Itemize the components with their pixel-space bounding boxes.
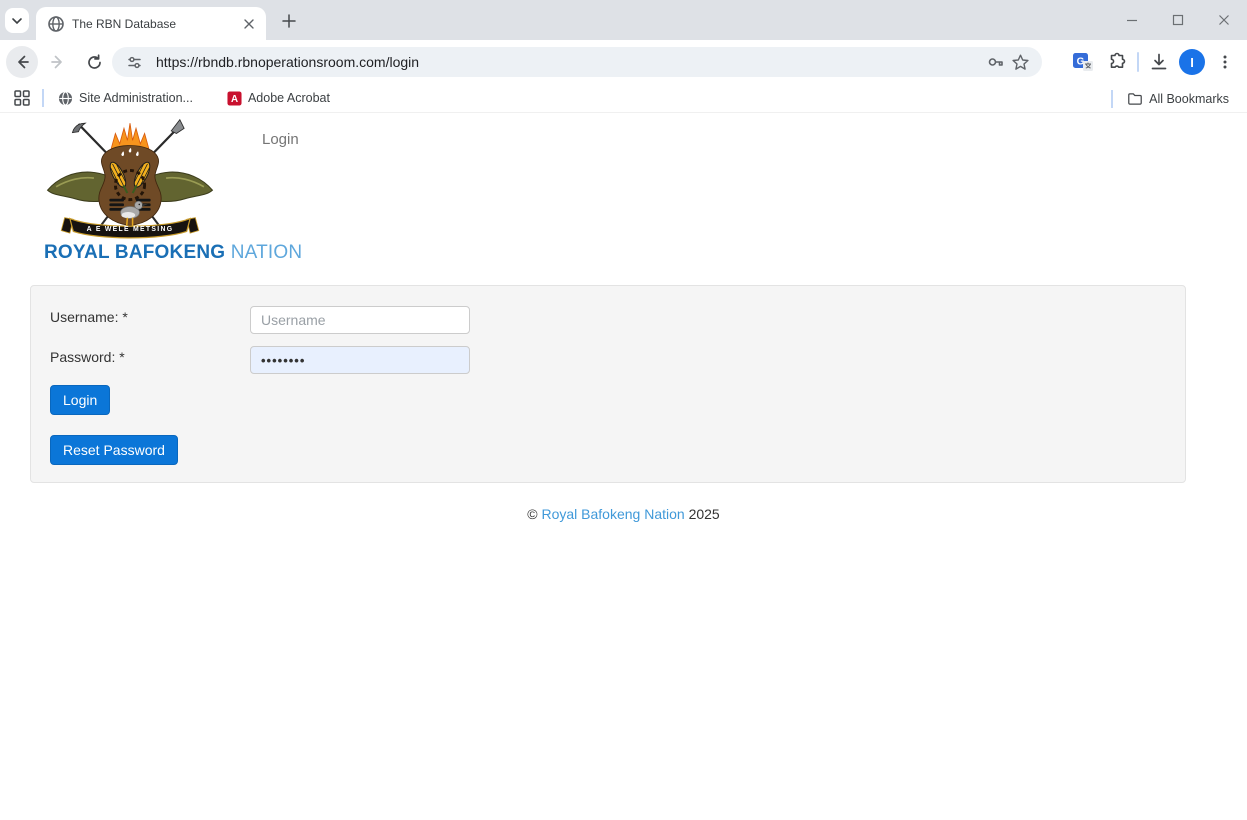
all-bookmarks-label: All Bookmarks bbox=[1149, 92, 1229, 106]
footer-copyright: © Royal Bafokeng Nation 2025 bbox=[0, 506, 1247, 522]
profile-avatar[interactable]: I bbox=[1179, 49, 1205, 75]
rbn-logo: A E WELE METSING ROYAL BAFOKENG NATION bbox=[44, 118, 218, 264]
wordmark-primary: ROYAL BAFOKENG bbox=[44, 242, 225, 263]
minimize-button[interactable] bbox=[1109, 0, 1155, 40]
username-label: Username: * bbox=[50, 309, 128, 325]
bookmark-label: Site Administration... bbox=[79, 91, 193, 105]
reset-password-button[interactable]: Reset Password bbox=[50, 435, 178, 465]
password-key-icon[interactable] bbox=[984, 50, 1008, 74]
tab-strip: The RBN Database bbox=[0, 0, 1247, 40]
browser-toolbar: https://rbndb.rbnoperationsroom.com/logi… bbox=[0, 40, 1247, 84]
url-text[interactable]: https://rbndb.rbnoperationsroom.com/logi… bbox=[156, 54, 984, 70]
logo-wordmark: ROYAL BAFOKENG NATION bbox=[44, 242, 218, 264]
tab-rbn-database[interactable]: The RBN Database bbox=[36, 7, 266, 40]
tab-title: The RBN Database bbox=[72, 17, 240, 31]
page-title: Login bbox=[262, 131, 299, 148]
password-input[interactable] bbox=[250, 346, 470, 374]
wordmark-secondary: NATION bbox=[231, 242, 303, 263]
bookmark-label: Adobe Acrobat bbox=[248, 91, 330, 105]
address-bar[interactable]: https://rbndb.rbnoperationsroom.com/logi… bbox=[112, 47, 1042, 77]
google-translate-icon[interactable]: G bbox=[1069, 48, 1097, 76]
close-window-button[interactable] bbox=[1201, 0, 1247, 40]
username-input[interactable] bbox=[250, 306, 470, 334]
footer-link[interactable]: Royal Bafokeng Nation bbox=[541, 506, 684, 522]
site-settings-tune-icon[interactable] bbox=[122, 50, 146, 74]
page-content: A E WELE METSING ROYAL BAFOKENG NATION L… bbox=[0, 114, 1247, 820]
rbn-crest-graphic: A E WELE METSING bbox=[44, 118, 216, 240]
bookmarks-separator-right bbox=[1111, 90, 1113, 108]
globe-favicon-icon bbox=[48, 16, 64, 32]
chevron-down-icon bbox=[11, 15, 23, 27]
maximize-button[interactable] bbox=[1155, 0, 1201, 40]
bookmark-adobe-acrobat[interactable]: A Adobe Acrobat bbox=[219, 88, 338, 109]
login-form-panel: Username: * Password: * Login Reset Pass… bbox=[30, 285, 1186, 483]
tab-close-icon[interactable] bbox=[240, 15, 258, 33]
browser-window: The RBN Database bbox=[0, 0, 1247, 820]
window-controls bbox=[1109, 0, 1247, 40]
adobe-acrobat-icon: A bbox=[227, 91, 242, 106]
globe-icon bbox=[58, 91, 73, 106]
tab-search-button[interactable] bbox=[5, 8, 29, 33]
all-bookmarks-area: All Bookmarks bbox=[1105, 84, 1237, 113]
all-bookmarks-button[interactable]: All Bookmarks bbox=[1119, 88, 1237, 110]
extensions-puzzle-icon[interactable] bbox=[1103, 48, 1131, 76]
bookmark-star-icon[interactable] bbox=[1008, 50, 1032, 74]
logo-motto: A E WELE METSING bbox=[87, 226, 174, 233]
password-label: Password: * bbox=[50, 349, 125, 365]
footer-year: 2025 bbox=[689, 506, 720, 522]
apps-grid-icon[interactable] bbox=[8, 84, 36, 112]
toolbar-separator bbox=[1137, 52, 1139, 72]
bookmark-site-administration[interactable]: Site Administration... bbox=[50, 88, 201, 109]
back-button[interactable] bbox=[6, 46, 38, 78]
downloads-icon[interactable] bbox=[1145, 48, 1173, 76]
toolbar-right-icons: G I bbox=[1069, 47, 1239, 77]
bookmarks-separator bbox=[42, 89, 44, 107]
bookmarks-bar: Site Administration... A Adobe Acrobat A… bbox=[0, 84, 1247, 113]
login-button[interactable]: Login bbox=[50, 385, 110, 415]
kebab-menu-icon[interactable] bbox=[1211, 48, 1239, 76]
svg-text:A: A bbox=[231, 94, 238, 105]
copyright-symbol: © bbox=[527, 506, 537, 522]
forward-button[interactable] bbox=[42, 46, 74, 78]
reload-button[interactable] bbox=[78, 46, 110, 78]
new-tab-button[interactable] bbox=[276, 8, 302, 34]
folder-icon bbox=[1127, 91, 1143, 107]
